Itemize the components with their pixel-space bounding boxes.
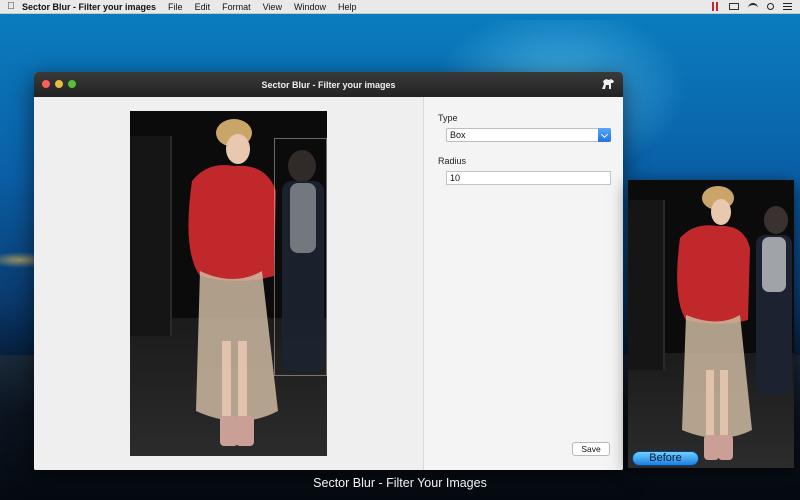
- before-person: [677, 186, 792, 460]
- menu-file[interactable]: File: [168, 2, 183, 12]
- menu-edit[interactable]: Edit: [195, 2, 211, 12]
- horse-icon: [602, 79, 614, 89]
- search-icon[interactable]: [767, 3, 774, 10]
- window-titlebar[interactable]: Sector Blur - Filter your images: [34, 72, 623, 97]
- status-area: [712, 2, 800, 11]
- radius-field[interactable]: 10: [446, 171, 611, 185]
- display-icon[interactable]: [729, 3, 739, 10]
- menu-view[interactable]: View: [263, 2, 282, 12]
- chevron-down-icon[interactable]: [598, 128, 611, 142]
- apple-icon[interactable]: : [0, 1, 22, 12]
- blur-sector-outline[interactable]: [274, 138, 327, 376]
- image-pane: [34, 97, 423, 470]
- close-button[interactable]: [42, 80, 50, 88]
- wifi-icon[interactable]: [748, 2, 758, 11]
- filtered-image[interactable]: [130, 111, 327, 456]
- window-content: Type Box Radius 10 Save: [34, 97, 623, 470]
- traffic-lights: [42, 80, 76, 88]
- menu-format[interactable]: Format: [222, 2, 251, 12]
- menu-app-name[interactable]: Sector Blur - Filter your images: [22, 2, 156, 12]
- promo-caption: Sector Blur - Filter Your Images: [313, 476, 487, 490]
- type-label: Type: [438, 113, 458, 123]
- save-button[interactable]: Save: [572, 442, 610, 456]
- maximize-button[interactable]: [68, 80, 76, 88]
- menu-bar:  Sector Blur - Filter your images File …: [0, 0, 800, 14]
- type-select[interactable]: Box: [446, 128, 611, 142]
- window-title: Sector Blur - Filter your images: [261, 79, 396, 90]
- settings-pane: Type Box Radius 10 Save: [423, 97, 623, 470]
- minimize-button[interactable]: [55, 80, 63, 88]
- before-button[interactable]: Before: [632, 451, 699, 466]
- main-window: Sector Blur - Filter your images Type Bo…: [34, 72, 623, 470]
- radius-label: Radius: [438, 156, 467, 166]
- list-icon[interactable]: [783, 3, 792, 10]
- before-image: [628, 180, 794, 468]
- menu-window[interactable]: Window: [294, 2, 326, 12]
- type-select-value: Box: [450, 130, 466, 140]
- pause-icon[interactable]: [712, 2, 720, 11]
- menu-help[interactable]: Help: [338, 2, 357, 12]
